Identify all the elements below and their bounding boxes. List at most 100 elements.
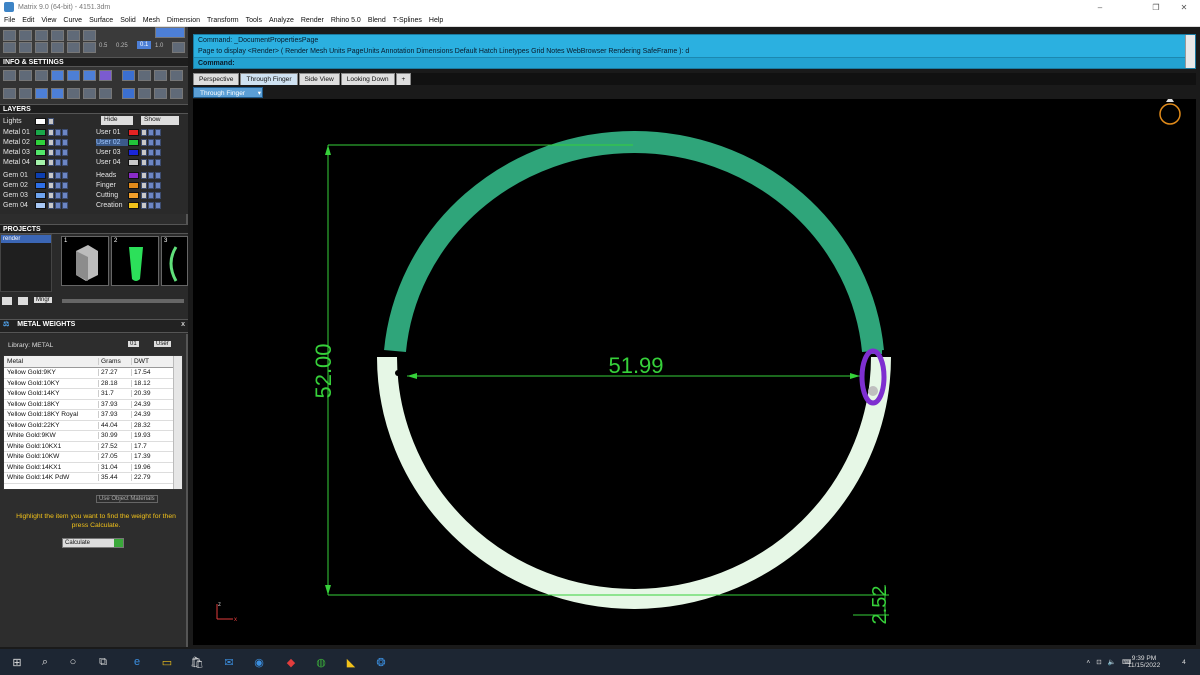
mail-icon[interactable]: ✉ — [222, 656, 236, 669]
layer-color-swatch[interactable] — [35, 117, 46, 125]
menu-tsplines[interactable]: T-Splines — [393, 17, 422, 24]
metal-weights-close[interactable]: x — [181, 320, 185, 330]
metal-weights-header[interactable]: ⚖ METAL WEIGHTS x — [0, 319, 188, 333]
curve-icon[interactable] — [51, 30, 64, 41]
layer-lock[interactable] — [141, 148, 147, 156]
minimize-button[interactable]: – — [1086, 0, 1114, 14]
column-metal[interactable]: Metal — [4, 358, 98, 365]
show-all-button[interactable]: Show — [141, 116, 179, 125]
menu-tools[interactable]: Tools — [246, 17, 262, 24]
snap-value-2[interactable]: 0.25 — [116, 43, 128, 49]
use-object-materials-button[interactable]: Use Object Materials — [96, 495, 158, 503]
snap-settings-icon[interactable] — [172, 42, 185, 53]
highlight-icon[interactable] — [155, 27, 185, 38]
table-row[interactable]: Yellow Gold:10KY 28.18 18.12 — [4, 379, 182, 389]
layer-color-swatch[interactable] — [35, 158, 46, 166]
edge-icon[interactable]: e — [130, 656, 144, 668]
funnel-icon[interactable] — [67, 88, 80, 99]
layer-row[interactable]: Gem 04 — [3, 200, 69, 210]
layer-row[interactable]: User 03 — [96, 147, 162, 157]
tab-side-view[interactable]: Side View — [298, 73, 340, 85]
command-scrollbar[interactable] — [1185, 35, 1195, 68]
lock-icon[interactable] — [83, 30, 96, 41]
layer-color-swatch[interactable] — [128, 158, 139, 166]
menu-rhino[interactable]: Rhino 5.0 — [331, 17, 361, 24]
mesh-icon[interactable] — [35, 70, 48, 81]
viewport-title[interactable]: Through Finger ▾ — [193, 87, 263, 98]
layer-row[interactable]: Gem 03 — [3, 190, 69, 200]
menu-analyze[interactable]: Analyze — [269, 17, 294, 24]
menu-surface[interactable]: Surface — [89, 17, 113, 24]
grid-icon[interactable] — [3, 30, 16, 41]
arrow-icon[interactable] — [83, 88, 96, 99]
layer-select[interactable] — [62, 128, 68, 136]
notifications-icon[interactable]: 4 — [1174, 649, 1194, 675]
menu-transform[interactable]: Transform — [207, 17, 239, 24]
light-icon[interactable] — [154, 70, 167, 81]
layer-color-swatch[interactable] — [35, 191, 46, 199]
grid-snap-icon[interactable] — [3, 42, 16, 53]
tab-looking-down[interactable]: Looking Down — [340, 73, 395, 85]
file-explorer-icon[interactable]: ▭ — [160, 656, 174, 669]
render-settings-icon[interactable] — [122, 70, 135, 81]
layer-color-swatch[interactable] — [128, 171, 139, 179]
snap-value-3[interactable]: 0.1 — [137, 41, 152, 49]
layer-select[interactable] — [155, 191, 161, 199]
layer-select[interactable] — [155, 181, 161, 189]
gem-icon[interactable] — [35, 88, 48, 99]
zoom-icon[interactable] — [19, 70, 32, 81]
layer-row[interactable]: Metal 04 — [3, 157, 69, 167]
network-icon[interactable]: ⊡ — [1096, 658, 1102, 666]
layer-row[interactable]: Cutting — [96, 190, 162, 200]
table-row[interactable]: White Gold:14KX1 31.04 19.96 — [4, 463, 182, 473]
layer-select[interactable] — [62, 138, 68, 146]
layer-lock[interactable] — [48, 158, 54, 166]
layer-color-swatch[interactable] — [128, 181, 139, 189]
layer-visibility[interactable] — [148, 181, 154, 189]
rhino-icon[interactable]: ◣ — [344, 656, 358, 669]
table-row[interactable]: Yellow Gold:22KY 44.04 28.32 — [4, 421, 182, 431]
hide-all-button[interactable]: Hide — [101, 116, 133, 125]
shaded-icon[interactable] — [51, 70, 64, 81]
table-row[interactable]: White Gold:10KW 27.05 17.39 — [4, 452, 182, 463]
matrix-taskbar-icon[interactable]: ❂ — [374, 656, 388, 669]
wire-icon[interactable] — [19, 88, 32, 99]
layer-select[interactable] — [62, 181, 68, 189]
layer-lock[interactable] — [48, 181, 54, 189]
ring-view-icon[interactable] — [1159, 96, 1181, 125]
tab-perspective[interactable]: Perspective — [193, 73, 240, 85]
menu-dimension[interactable]: Dimension — [167, 17, 200, 24]
table-scrollbar[interactable] — [173, 356, 182, 489]
layer-visibility[interactable] — [55, 171, 61, 179]
command-prompt[interactable]: Command: — [194, 57, 1195, 68]
point-icon[interactable] — [67, 30, 80, 41]
table-row[interactable]: Yellow Gold:9KY 27.27 17.54 — [4, 368, 182, 379]
environment-icon[interactable] — [170, 70, 183, 81]
menu-blend[interactable]: Blend — [368, 17, 386, 24]
cube-icon[interactable] — [51, 88, 64, 99]
windows-start-icon[interactable]: ⊞ — [10, 656, 24, 669]
layer-row[interactable]: User 01 — [96, 127, 162, 137]
layer-color-swatch[interactable] — [35, 181, 46, 189]
material-icon[interactable] — [83, 70, 96, 81]
volume-icon[interactable]: 🔈 — [1108, 658, 1116, 666]
layer-row[interactable]: Metal 03 — [3, 147, 69, 157]
layer-color-swatch[interactable] — [35, 128, 46, 136]
camera-icon[interactable] — [138, 70, 151, 81]
app-icon[interactable]: ◆ — [284, 656, 298, 669]
osnap-icon[interactable] — [51, 42, 64, 53]
menu-curve[interactable]: Curve — [63, 17, 82, 24]
select-icon[interactable] — [3, 70, 16, 81]
height-dimension-text[interactable]: 52.00 — [311, 343, 336, 398]
planar-icon[interactable] — [35, 42, 48, 53]
chrome-icon[interactable]: ◍ — [314, 656, 328, 669]
layer-color-swatch[interactable] — [128, 138, 139, 146]
width-dimension-text[interactable]: 51.99 — [608, 353, 663, 378]
task-view-icon[interactable]: ⧉ — [96, 656, 110, 668]
menu-solid[interactable]: Solid — [120, 17, 136, 24]
layer-select[interactable] — [155, 138, 161, 146]
layer-color-swatch[interactable] — [35, 148, 46, 156]
layer-lock[interactable] — [48, 148, 54, 156]
layer-lock[interactable] — [48, 171, 54, 179]
layer-visibility[interactable] — [148, 148, 154, 156]
